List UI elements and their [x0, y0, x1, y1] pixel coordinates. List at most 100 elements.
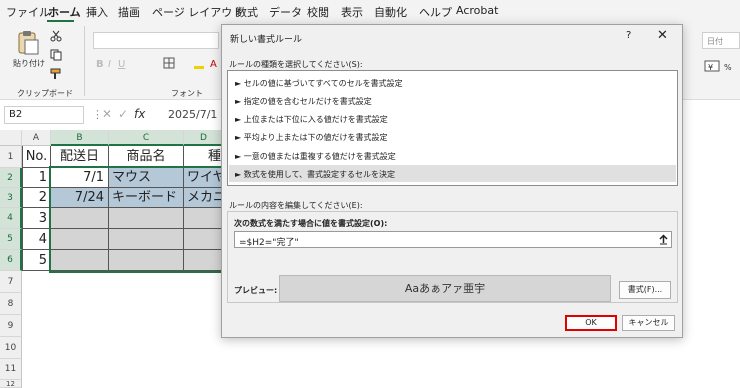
new-formatting-rule-dialog: 新しい書式ルール ? ✕ ルールの種類を選択してください(S): ► セルの値に… [221, 24, 683, 338]
menu-view[interactable]: 表示 [341, 4, 363, 20]
column-header-c[interactable]: C [109, 130, 184, 146]
svg-text:U: U [118, 59, 125, 70]
format-button[interactable]: 書式(F)... [619, 281, 671, 299]
cell-a5[interactable]: 4 [22, 229, 51, 250]
menu-home[interactable]: ホーム [48, 4, 81, 20]
cell-a2[interactable]: 1 [22, 168, 51, 188]
menu-acrobat[interactable]: Acrobat [456, 4, 498, 17]
formula-input[interactable]: 2025/7/1 [168, 108, 217, 121]
rule-type-label: ルールの種類を選択してください(S): [229, 60, 363, 69]
header-cell-product-name[interactable]: 商品名 [109, 146, 184, 168]
column-header-a[interactable]: A [22, 130, 51, 146]
rule-type-formula[interactable]: ► 数式を使用して、書式設定するセルを決定 [229, 165, 676, 182]
number-format-combo[interactable]: 日付 [702, 32, 740, 49]
format-painter-icon[interactable] [50, 68, 62, 80]
close-icon[interactable]: ✕ [657, 28, 668, 43]
cell-b2[interactable]: 7/1 [51, 168, 109, 188]
collapse-dialog-icon[interactable] [658, 234, 669, 245]
row-header-11[interactable]: 11 [0, 359, 22, 380]
header-cell-no[interactable]: No. [22, 146, 51, 168]
column-header-d[interactable]: D [184, 130, 224, 146]
rule-type-cell-value[interactable]: ► セルの値に基づいてすべてのセルを書式設定 [229, 74, 676, 91]
cell-c5[interactable] [109, 229, 184, 250]
menu-help[interactable]: ヘルプ [419, 4, 452, 20]
formula-condition-label: 次の数式を満たす場合に値を書式設定(O): [234, 219, 388, 228]
row-header-12[interactable]: 12 [0, 380, 22, 388]
name-box[interactable]: B2 [4, 106, 84, 124]
confirm-entry-icon[interactable]: ✓ [118, 107, 128, 121]
cell-d2[interactable]: ワイヤ [184, 168, 224, 188]
dialog-title: 新しい書式ルール [230, 35, 303, 45]
cell-c6[interactable] [109, 250, 184, 271]
row-header-7[interactable]: 7 [0, 271, 22, 293]
cell-d5[interactable] [184, 229, 224, 250]
menu-file[interactable]: ファイル [6, 4, 50, 20]
condition-formula-value: =$H2="完了" [239, 238, 299, 248]
paste-icon[interactable] [16, 30, 40, 56]
condition-formula-input[interactable]: =$H2="完了" [234, 231, 672, 248]
rule-type-above-below-average[interactable]: ► 平均より上または下の値だけを書式設定 [229, 128, 676, 145]
menu-draw[interactable]: 描画 [118, 4, 140, 20]
header-cell-type[interactable]: 種 [184, 146, 224, 168]
rule-type-list[interactable]: ► セルの値に基づいてすべてのセルを書式設定 ► 指定の値を含むセルだけを書式設… [227, 70, 678, 186]
ribbon-separator [84, 26, 85, 96]
svg-text:%: % [724, 63, 732, 72]
svg-text:¥: ¥ [708, 63, 713, 72]
row-header-5[interactable]: 5 [0, 229, 22, 250]
menu-bar: ファイル ホーム 挿入 描画 ページ レイアウト 数式 データ 校閲 表示 自動… [0, 0, 740, 22]
format-preview: Aaあぁアァ亜宇 [279, 275, 611, 302]
edit-rule-label: ルールの内容を編集してください(E): [229, 201, 363, 210]
cell-a6[interactable]: 5 [22, 250, 51, 271]
cell-c2[interactable]: マウス [109, 168, 184, 188]
cell-c3[interactable]: キーボード [109, 188, 184, 208]
svg-text:B: B [96, 59, 104, 70]
rule-type-top-bottom[interactable]: ► 上位または下位に入る値だけを書式設定 [229, 110, 676, 127]
row-header-9[interactable]: 9 [0, 315, 22, 337]
currency-format-icon[interactable]: ¥ % [704, 60, 738, 72]
help-button[interactable]: ? [626, 30, 631, 41]
menu-review[interactable]: 校閲 [307, 4, 329, 20]
select-all-corner[interactable] [0, 130, 22, 146]
cell-b5[interactable] [51, 229, 109, 250]
row-header-8[interactable]: 8 [0, 293, 22, 315]
copy-icon[interactable] [50, 49, 62, 61]
insert-function-icon[interactable]: fx [134, 107, 145, 121]
rule-type-contains[interactable]: ► 指定の値を含むセルだけを書式設定 [229, 92, 676, 109]
cell-d4[interactable] [184, 208, 224, 229]
row-header-3[interactable]: 3 [0, 188, 22, 208]
cell-c4[interactable] [109, 208, 184, 229]
column-header-b[interactable]: B [51, 130, 109, 146]
row-header-10[interactable]: 10 [0, 337, 22, 359]
paste-label[interactable]: 貼り付け [13, 58, 45, 69]
font-name-combo[interactable] [93, 32, 219, 49]
cell-a3[interactable]: 2 [22, 188, 51, 208]
cut-icon[interactable] [50, 30, 62, 42]
menu-automate[interactable]: 自動化 [374, 4, 407, 20]
preview-label: プレビュー: [234, 286, 278, 295]
header-cell-delivery-date[interactable]: 配送日 [51, 146, 109, 168]
svg-text:I: I [108, 59, 111, 70]
cell-a4[interactable]: 3 [22, 208, 51, 229]
cell-d3[interactable]: メカニ [184, 188, 224, 208]
menu-data[interactable]: データ [269, 4, 302, 20]
row-header-4[interactable]: 4 [0, 208, 22, 229]
menu-page-layout[interactable]: ページ レイアウト [152, 4, 243, 20]
ok-button[interactable]: OK [565, 315, 617, 331]
svg-text:A: A [210, 59, 217, 70]
cell-b6[interactable] [51, 250, 109, 271]
row-header-6[interactable]: 6 [0, 250, 22, 271]
rule-description-box: 次の数式を満たす場合に値を書式設定(O): =$H2="完了" プレビュー: A… [227, 211, 678, 303]
font-group-label: フォント [171, 89, 203, 98]
row-header-1[interactable]: 1 [0, 146, 22, 168]
cell-d6[interactable] [184, 250, 224, 271]
cell-b4[interactable] [51, 208, 109, 229]
font-format-icons[interactable]: B I U A [94, 56, 220, 70]
row-header-2[interactable]: 2 [0, 168, 22, 188]
clipboard-group-label: クリップボード [17, 89, 73, 98]
cancel-entry-icon[interactable]: ✕ [102, 107, 112, 121]
rule-type-unique-duplicate[interactable]: ► 一意の値または重複する値だけを書式設定 [229, 147, 676, 164]
cancel-button[interactable]: キャンセル [622, 315, 675, 331]
menu-insert[interactable]: 挿入 [86, 4, 108, 20]
menu-formulas[interactable]: 数式 [236, 4, 258, 20]
cell-b3[interactable]: 7/24 [51, 188, 109, 208]
